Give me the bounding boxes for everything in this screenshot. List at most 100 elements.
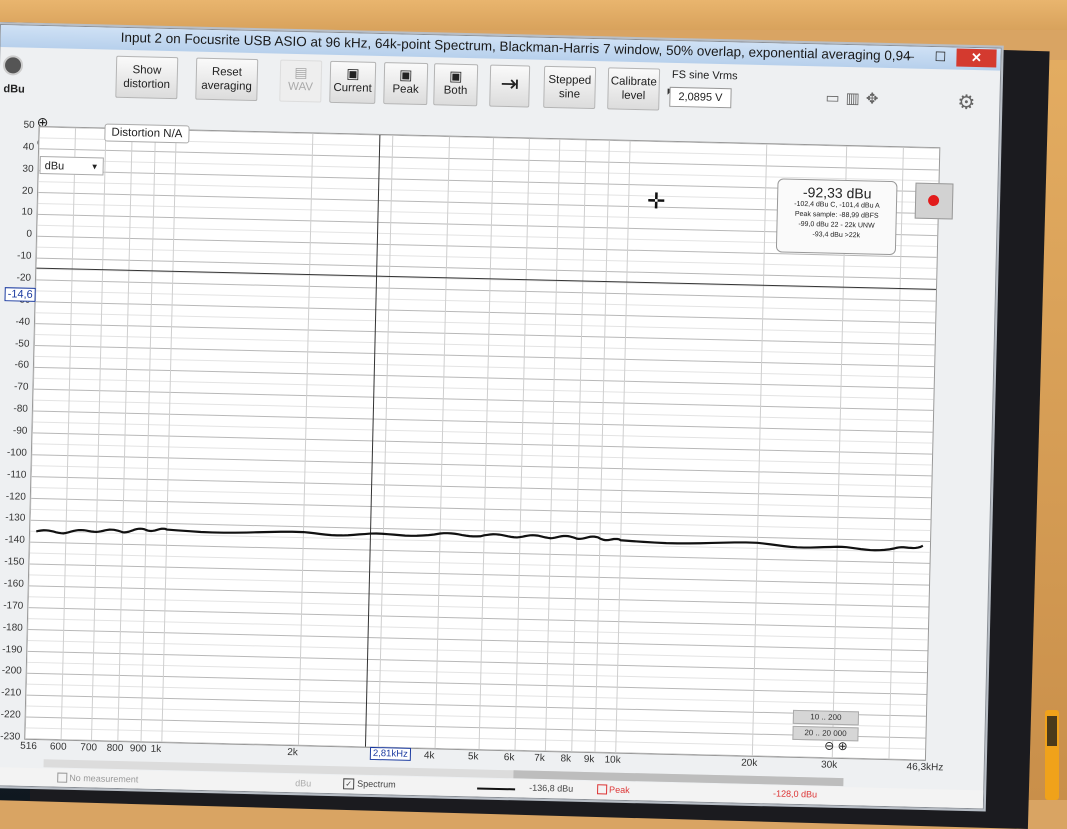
y-tick-label: -90	[12, 425, 28, 437]
record-button[interactable]	[914, 182, 954, 220]
show-distortion-label-2: distortion	[123, 77, 171, 92]
y-tick-label: 50	[23, 119, 35, 131]
x-tick-label: 900	[129, 743, 147, 755]
close-button[interactable]: ✕	[956, 48, 997, 68]
grid-line-minor-y	[27, 639, 928, 663]
grid-line-major-y	[33, 366, 934, 390]
grid-line-major-y	[34, 344, 935, 368]
calibrate-level-button[interactable]: Calibrate level	[607, 67, 661, 111]
fs-sine-value-field[interactable]: 2,0895 V	[669, 86, 732, 109]
stepped-sine-label-2: sine	[558, 88, 581, 101]
x-tick-label: 1k	[150, 743, 162, 755]
cursor-y-value: -14,6	[4, 287, 36, 302]
y-tick-label: -120	[5, 490, 26, 503]
grid-line-major-y	[26, 672, 927, 695]
save-both-button[interactable]: ▣ Both	[433, 63, 479, 107]
grid-line-major-y	[31, 454, 932, 477]
spectrum-legend-line	[477, 787, 516, 791]
grid-line-major-y	[31, 476, 932, 499]
show-distortion-button[interactable]: Show distortion	[115, 55, 179, 100]
grid-line-minor-y	[38, 159, 939, 182]
cursor-x-value: 2,81kHz	[369, 746, 411, 761]
spectrum-checkbox[interactable]: ✓	[343, 778, 355, 790]
x-zoom-icons[interactable]: ⊖ ⊕	[824, 739, 848, 754]
grid-line-major-y	[30, 497, 931, 521]
y-tick-label: -160	[3, 578, 24, 590]
grid-line-major-y	[32, 410, 933, 433]
y-tick-label: -60	[14, 359, 30, 372]
save-icon: ▣	[399, 66, 413, 83]
y-tick-label: -110	[6, 468, 27, 481]
y-tick-label: -70	[13, 381, 29, 394]
grid-line-major-y	[29, 541, 930, 564]
y-tick-label: -170	[3, 600, 24, 612]
y-tick-label: -140	[4, 534, 25, 547]
x-tick-label: 9k	[583, 753, 595, 766]
calibrate-level-label-2: level	[621, 89, 646, 103]
chevron-down-icon: ▼	[90, 162, 99, 172]
calibrate-level-label-1: Calibrate	[610, 75, 657, 89]
y-tick-label: -20	[16, 272, 32, 284]
grid-line-minor-y	[32, 443, 932, 466]
reset-averaging-label-1: Reset	[211, 66, 243, 79]
show-distortion-label-1: Show	[132, 64, 162, 77]
x-tick-label: 4k	[423, 750, 435, 762]
cursor-line-y	[36, 267, 937, 290]
import-icon: ⇥	[500, 70, 520, 97]
grid-line-major-y	[35, 301, 936, 324]
save-current-button[interactable]: ▣ Current	[329, 60, 377, 104]
grid-line-minor-y	[30, 508, 931, 532]
no-measurement-checkbox[interactable]	[57, 772, 68, 783]
range-preset-10-200[interactable]: 10 .. 200	[792, 709, 860, 726]
grid-line-minor-y	[30, 530, 930, 553]
grid-line-major-y	[36, 257, 937, 280]
grid-line-major-y	[32, 432, 933, 455]
level-readout: -92,33 dBu -102,4 dBu C, -101,4 dBu A Pe…	[775, 178, 898, 256]
spectrum-level-value: -136,8 dBu	[529, 782, 574, 794]
reset-averaging-button[interactable]: Reset averaging	[195, 57, 259, 102]
x-tick-label: 10k	[604, 754, 621, 766]
grid-line-minor-y	[33, 399, 933, 422]
x-tick-label: 7k	[534, 752, 545, 765]
peak-level-value: -128,0 dBu	[772, 788, 818, 800]
grid-line-major-y	[29, 563, 930, 586]
no-measurement-label: No measurement	[69, 772, 139, 785]
y-tick-label: -220	[0, 709, 21, 721]
save-icon: ▤	[294, 63, 308, 81]
y-tick-label: -40	[15, 316, 31, 328]
grid-line-major-y	[28, 607, 929, 630]
peak-checkbox[interactable]	[597, 784, 608, 795]
stepped-sine-label-1: Stepped	[548, 73, 592, 87]
grid-line-minor-y	[28, 596, 929, 619]
grid-line-minor-y	[27, 618, 928, 641]
distortion-badge: Distortion N/A	[104, 123, 190, 144]
x-tick-label: 20k	[741, 757, 758, 770]
status-unit-label: dBu	[295, 778, 312, 789]
grid-line-major-y	[27, 629, 928, 652]
current-label: Current	[333, 81, 372, 95]
y-tick-label: -50	[14, 338, 30, 350]
unit-select-value: dBu	[44, 160, 65, 173]
grid-line-minor-y	[26, 661, 927, 685]
y-tick-label: -10	[16, 250, 32, 262]
x-tick-label: 6k	[503, 752, 515, 764]
grid-line-minor-y	[26, 683, 927, 706]
save-peak-button[interactable]: ▣ Peak	[383, 62, 429, 106]
unit-select[interactable]: dBu ▼	[39, 155, 104, 176]
y-tick-label: 30	[22, 163, 34, 175]
grid-line-minor-y	[34, 334, 935, 357]
view-layout-icons[interactable]: ▭▥✥	[825, 88, 884, 107]
minimize-button[interactable]: –	[896, 47, 924, 66]
y-tick-label: -150	[4, 556, 25, 568]
y-tick-label: -190	[2, 643, 23, 656]
grid-line-minor-y	[35, 290, 936, 313]
import-button[interactable]: ⇥	[489, 64, 531, 108]
x-tick-label: 8k	[560, 753, 572, 765]
save-icon: ▣	[346, 65, 360, 82]
wav-button[interactable]: ▤ WAV	[279, 59, 323, 103]
stepped-sine-button[interactable]: Stepped sine	[543, 65, 597, 110]
gear-icon[interactable]: ⚙	[957, 90, 976, 115]
record-icon	[927, 194, 940, 207]
grid-line-minor-y	[29, 574, 929, 597]
maximize-button[interactable]: ☐	[926, 48, 954, 67]
